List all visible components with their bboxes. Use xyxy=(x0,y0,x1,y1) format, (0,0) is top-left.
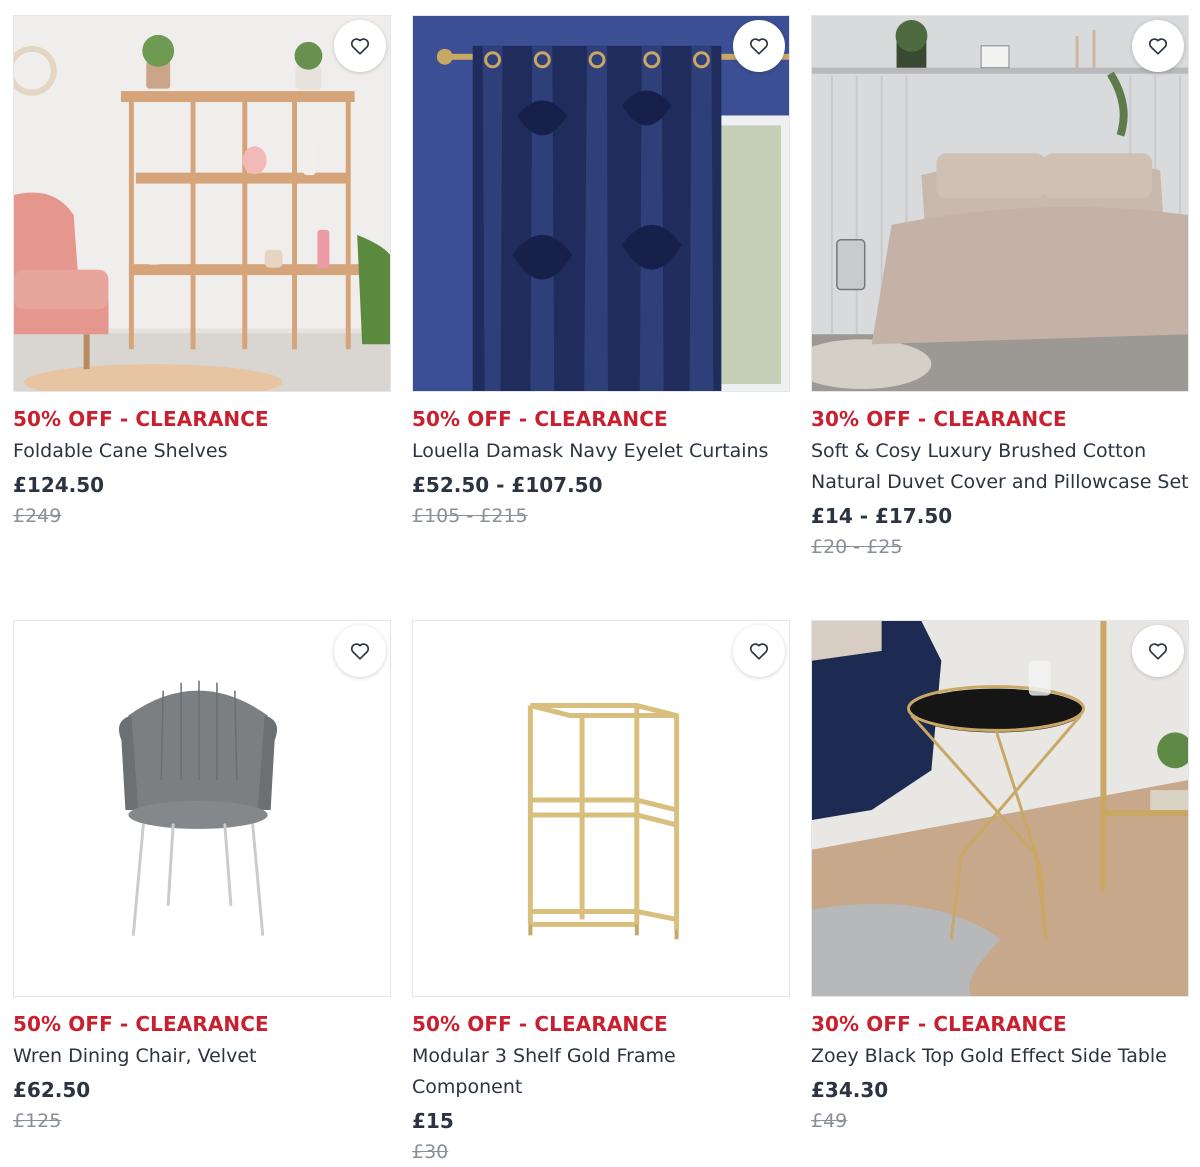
product-image[interactable] xyxy=(811,620,1189,997)
product-card[interactable]: 50% OFF - CLEARANCE Modular 3 Shelf Gold… xyxy=(412,620,790,1166)
product-image[interactable] xyxy=(811,15,1189,392)
sale-price: £34.30 xyxy=(811,1078,889,1102)
product-title[interactable]: Zoey Black Top Gold Effect Side Table xyxy=(811,1041,1189,1072)
sale-price: £124.50 xyxy=(13,473,105,497)
product-image[interactable] xyxy=(412,620,790,997)
product-image[interactable] xyxy=(412,15,790,392)
heart-outline-icon xyxy=(350,643,370,660)
product-card[interactable]: 50% OFF - CLEARANCE Louella Damask Navy … xyxy=(412,15,790,530)
sale-price: £52.50 - £107.50 xyxy=(412,473,603,497)
add-to-wishlist-button[interactable] xyxy=(334,625,386,677)
product-title[interactable]: Foldable Cane Shelves xyxy=(13,436,391,467)
sale-price: £15 xyxy=(412,1109,454,1133)
heart-outline-icon xyxy=(1148,643,1168,660)
discount-badge: 30% OFF - CLEARANCE xyxy=(811,1012,1067,1036)
original-price: £30 xyxy=(412,1141,449,1163)
heart-outline-icon xyxy=(749,38,769,55)
discount-badge: 50% OFF - CLEARANCE xyxy=(412,1012,668,1036)
discount-badge: 50% OFF - CLEARANCE xyxy=(412,407,668,431)
product-title[interactable]: Louella Damask Navy Eyelet Curtains xyxy=(412,436,790,467)
product-title[interactable]: Modular 3 Shelf Gold Frame Component xyxy=(412,1041,790,1103)
original-price: £20 - £25 xyxy=(811,536,903,558)
product-title[interactable]: Soft & Cosy Luxury Brushed Cotton Natura… xyxy=(811,436,1189,498)
sale-price: £14 - £17.50 xyxy=(811,504,953,528)
product-title[interactable]: Wren Dining Chair, Velvet xyxy=(13,1041,391,1072)
product-card[interactable]: 50% OFF - CLEARANCE Wren Dining Chair, V… xyxy=(13,620,391,1135)
heart-outline-icon xyxy=(1148,38,1168,55)
add-to-wishlist-button[interactable] xyxy=(1132,625,1184,677)
discount-badge: 30% OFF - CLEARANCE xyxy=(811,407,1067,431)
product-card[interactable]: 30% OFF - CLEARANCE Zoey Black Top Gold … xyxy=(811,620,1189,1135)
product-card[interactable]: 30% OFF - CLEARANCE Soft & Cosy Luxury B… xyxy=(811,15,1189,561)
discount-badge: 50% OFF - CLEARANCE xyxy=(13,1012,269,1036)
product-card[interactable]: 50% OFF - CLEARANCE Foldable Cane Shelve… xyxy=(13,15,391,530)
original-price: £249 xyxy=(13,505,62,527)
product-image[interactable] xyxy=(13,620,391,997)
original-price: £49 xyxy=(811,1110,848,1132)
add-to-wishlist-button[interactable] xyxy=(733,625,785,677)
add-to-wishlist-button[interactable] xyxy=(1132,20,1184,72)
heart-outline-icon xyxy=(749,643,769,660)
add-to-wishlist-button[interactable] xyxy=(334,20,386,72)
product-image[interactable] xyxy=(13,15,391,392)
heart-outline-icon xyxy=(350,38,370,55)
original-price: £125 xyxy=(13,1110,62,1132)
discount-badge: 50% OFF - CLEARANCE xyxy=(13,407,269,431)
sale-price: £62.50 xyxy=(13,1078,91,1102)
add-to-wishlist-button[interactable] xyxy=(733,20,785,72)
original-price: £105 - £215 xyxy=(412,505,528,527)
